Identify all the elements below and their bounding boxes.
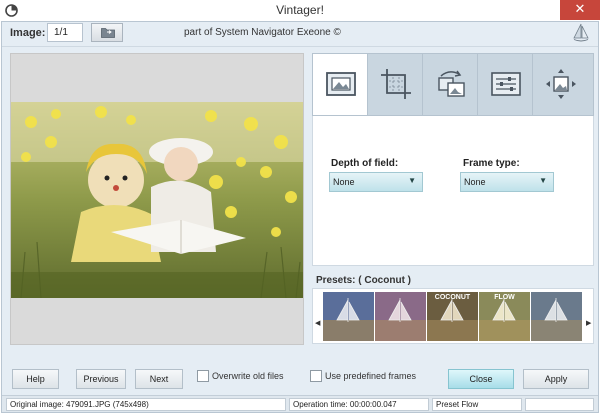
image-label: Image: bbox=[10, 27, 46, 39]
preset-thumb[interactable] bbox=[531, 292, 582, 341]
close-button[interactable]: Close bbox=[448, 369, 514, 389]
overwrite-checkbox[interactable] bbox=[197, 370, 209, 382]
tab-frame[interactable] bbox=[313, 54, 368, 115]
image-index-field[interactable]: 1/1 bbox=[47, 23, 83, 42]
tab-adjust[interactable] bbox=[478, 54, 533, 115]
help-button[interactable]: Help bbox=[12, 369, 59, 389]
status-extra bbox=[525, 398, 594, 411]
sliders-icon bbox=[491, 72, 521, 96]
arrow-left-icon[interactable]: ◀ bbox=[315, 319, 320, 327]
status-bar: Original image: 479091.JPG (745x498) Ope… bbox=[2, 395, 598, 412]
image-toolbar: Image: 1/1 part of System Navigator Exeo… bbox=[2, 22, 598, 44]
status-preset: Preset Flow bbox=[432, 398, 522, 411]
tab-resize[interactable] bbox=[533, 54, 588, 115]
preset-thumb-coconut[interactable]: COCONUT bbox=[427, 292, 478, 341]
options-area: Depth of field: None ▼ Frame type: None … bbox=[312, 116, 594, 266]
settings-panel: Depth of field: None ▼ Frame type: None … bbox=[312, 53, 594, 345]
arrow-right-icon[interactable]: ▶ bbox=[586, 319, 591, 327]
credit-text: part of System Navigator Exeone © bbox=[184, 27, 341, 38]
main-frame: Image: 1/1 part of System Navigator Exeo… bbox=[1, 21, 599, 413]
preset-thumb[interactable] bbox=[323, 292, 374, 341]
frame-type-select[interactable]: None ▼ bbox=[460, 172, 554, 192]
window-title: Vintager! bbox=[276, 3, 324, 17]
close-window-button[interactable]: ✕ bbox=[560, 0, 600, 20]
divider bbox=[2, 46, 598, 47]
preset-image bbox=[531, 292, 582, 341]
chevron-down-icon: ▼ bbox=[539, 176, 547, 185]
previous-button[interactable]: Previous bbox=[76, 369, 126, 389]
rotate-icon bbox=[438, 70, 465, 97]
tab-crop[interactable] bbox=[368, 54, 423, 115]
depth-of-field-select[interactable]: None ▼ bbox=[329, 172, 423, 192]
preset-thumb[interactable] bbox=[375, 292, 426, 341]
status-original-image: Original image: 479091.JPG (745x498) bbox=[6, 398, 286, 411]
tab-rotate[interactable] bbox=[423, 54, 478, 115]
resize-icon bbox=[546, 69, 576, 99]
depth-of-field-value: None bbox=[333, 177, 355, 187]
presets-strip: ◀ COCONUT FLOW ▶ bbox=[312, 288, 594, 344]
preview-photo bbox=[11, 102, 303, 298]
status-operation-time: Operation time: 00:00:00.047 bbox=[289, 398, 429, 411]
tool-tabs bbox=[312, 53, 594, 116]
title-bar: Vintager! ✕ bbox=[0, 0, 600, 21]
sail-logo-icon bbox=[573, 23, 589, 42]
apply-button[interactable]: Apply bbox=[523, 369, 589, 389]
preset-label: COCONUT bbox=[434, 294, 471, 301]
overwrite-label: Overwrite old files bbox=[212, 371, 284, 381]
preset-image bbox=[323, 292, 374, 341]
browse-folder-button[interactable] bbox=[91, 23, 123, 42]
crop-icon bbox=[381, 69, 411, 99]
preset-image bbox=[375, 292, 426, 341]
frame-type-label: Frame type: bbox=[463, 158, 520, 169]
preset-thumb-flow[interactable]: FLOW bbox=[479, 292, 530, 341]
frame-type-value: None bbox=[464, 177, 486, 187]
frame-icon bbox=[326, 72, 356, 96]
preset-label: FLOW bbox=[494, 294, 515, 301]
folder-icon bbox=[101, 28, 115, 38]
predefined-frames-checkbox[interactable] bbox=[310, 370, 322, 382]
depth-of-field-label: Depth of field: bbox=[331, 158, 399, 169]
image-preview-panel[interactable] bbox=[10, 53, 304, 345]
next-button[interactable]: Next bbox=[135, 369, 183, 389]
chevron-down-icon: ▼ bbox=[408, 176, 416, 185]
predefined-frames-label: Use predefined frames bbox=[325, 371, 417, 381]
presets-label: Presets: ( Coconut ) bbox=[316, 275, 412, 286]
